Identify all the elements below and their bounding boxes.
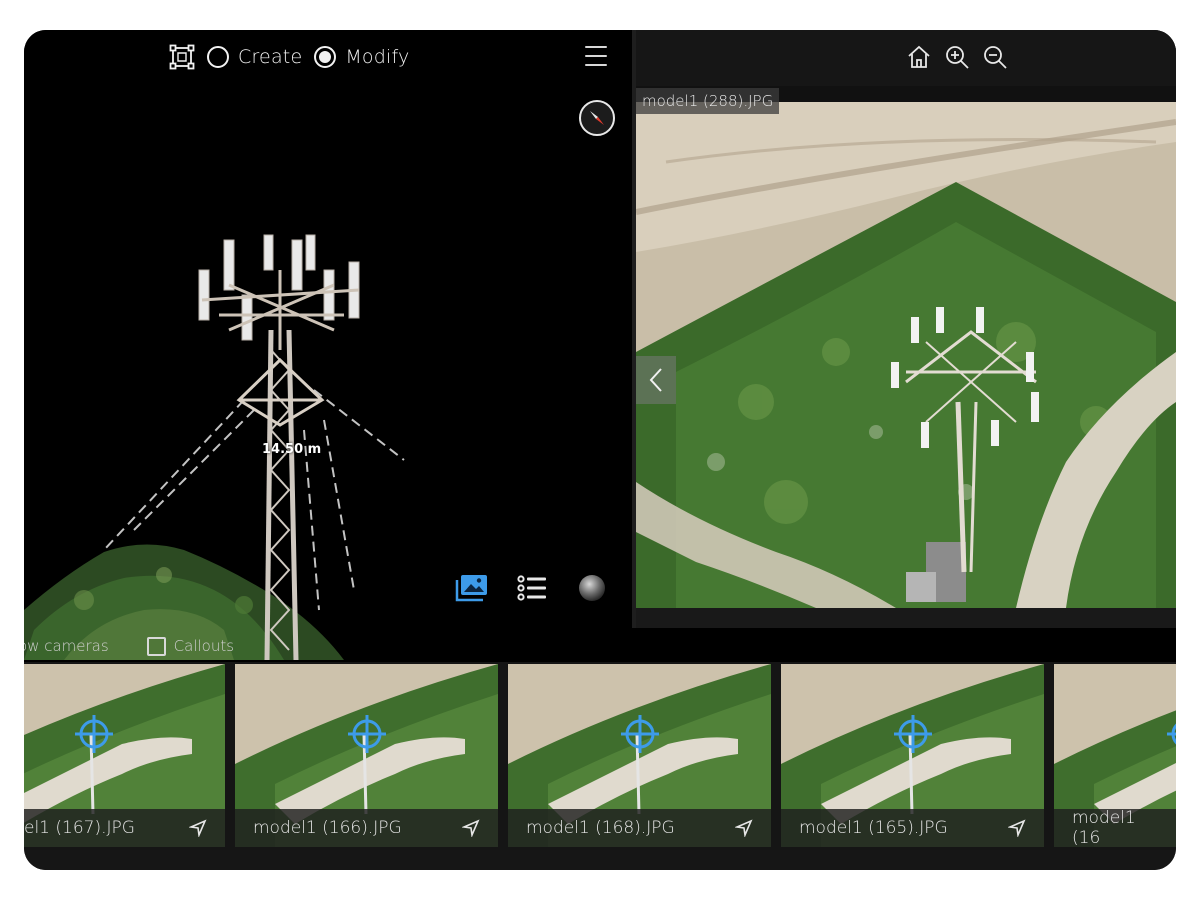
camera-target-icon [894,715,932,753]
thumbnail[interactable]: model1 (16 [1054,664,1176,847]
zoom-out-icon[interactable] [982,44,1008,70]
thumbnail-caption: model1 (168).JPG [508,809,771,847]
point-cloud-scene [24,234,405,660]
thumbnail-name: el1 (167).JPG [24,818,135,838]
thumbnail-name: model1 (165).JPG [799,818,948,838]
thumbnail-caption: el1 (167).JPG [24,809,225,847]
camera-target-icon [348,715,386,753]
previous-image-button[interactable] [636,356,676,404]
3d-viewer[interactable]: Create Modify 14.50 m ow cameras Callout… [24,30,632,660]
navigate-icon[interactable] [462,819,480,837]
modify-label: Modify [345,46,410,68]
thumbnail-strip[interactable]: el1 (167).JPG model1 (166).JPG model1 (1… [24,662,1176,850]
thumbnail-caption: model1 (16 [1054,808,1176,847]
thumbnail[interactable]: el1 (167).JPG [24,664,225,847]
callouts-label: Callouts [173,637,235,655]
thumbnail-name: model1 (168).JPG [526,818,675,838]
modify-radio[interactable]: Modify [314,46,409,68]
navigate-icon[interactable] [735,819,753,837]
thumbnail[interactable]: model1 (166).JPG [235,664,498,847]
image-toolbar [636,30,1176,86]
hamburger-menu-icon[interactable] [585,46,607,66]
edit-toolbar: Create Modify [169,42,410,72]
layer-options: ow cameras Callouts [24,634,234,658]
camera-target-icon [1167,723,1176,745]
sphere-icon [579,575,605,601]
bottom-bar [24,850,1176,870]
thumbnail-name: model1 (16 [1072,808,1136,847]
thumbnail[interactable]: model1 (165).JPG [781,664,1044,847]
aerial-photo[interactable] [636,102,1176,608]
image-viewer: model1 (288).JPG [632,30,1176,628]
zoom-in-icon[interactable] [944,44,970,70]
bounding-box-icon[interactable] [169,44,195,70]
view-controls [454,570,610,606]
camera-target-icon [75,715,113,753]
camera-target-icon [621,715,659,753]
radio-unchecked-icon [207,46,229,68]
thumbnail-name: model1 (166).JPG [253,818,402,838]
chevron-left-icon [649,368,662,392]
image-footer [636,608,1176,628]
photos-view-button[interactable] [454,571,490,605]
thumbnail-caption: model1 (165).JPG [781,809,1044,847]
show-cameras-label[interactable]: ow cameras [24,637,109,655]
home-icon[interactable] [906,44,932,70]
radio-checked-icon [314,46,337,68]
navigate-icon[interactable] [1008,819,1026,837]
list-view-button[interactable] [514,571,550,605]
thumbnail[interactable]: model1 (168).JPG [508,664,771,847]
app-window: Create Modify 14.50 m ow cameras Callout… [24,30,1176,870]
list-icon [517,575,546,601]
callouts-checkbox[interactable]: Callouts [146,636,235,656]
checkbox-unchecked-icon [146,636,166,656]
navigate-icon[interactable] [189,819,207,837]
current-image-name: model1 (288).JPG [636,88,780,114]
thumbnail-caption: model1 (166).JPG [235,809,498,847]
create-radio[interactable]: Create [207,46,302,68]
measurement-label: 14.50 m [262,442,322,457]
photos-icon [455,575,487,602]
shading-button[interactable] [574,571,610,605]
create-label: Create [238,46,303,68]
compass-icon[interactable] [579,100,615,136]
